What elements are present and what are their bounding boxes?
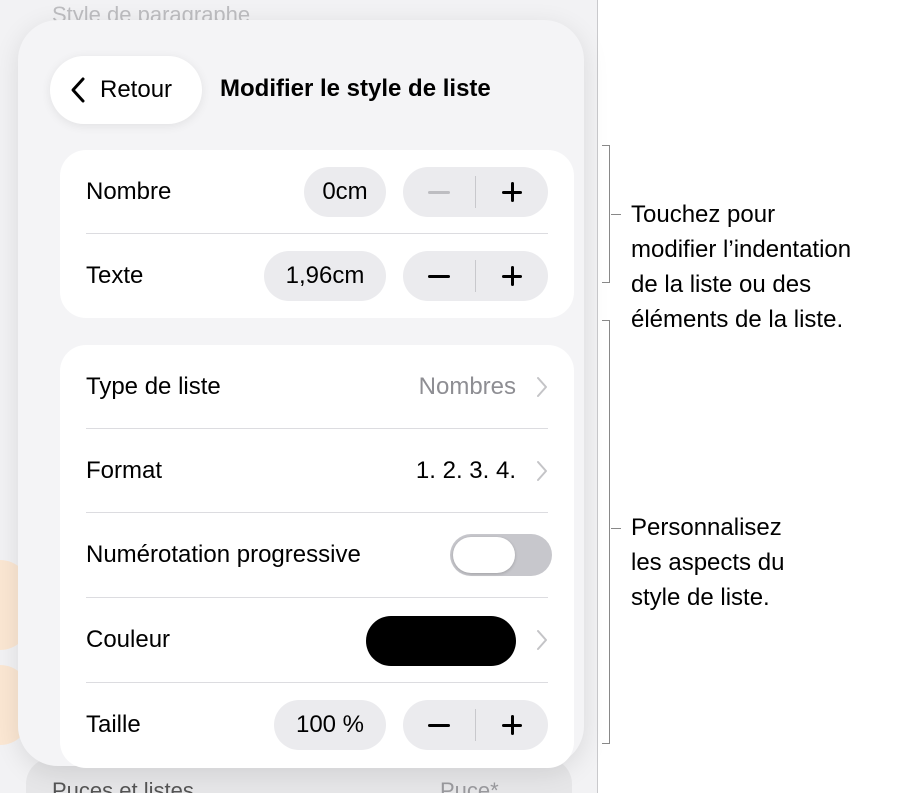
indentation-callout-tick (611, 214, 621, 215)
callout-line: éléments de la liste. (631, 306, 844, 333)
callout-line: Personnalisez (631, 514, 782, 541)
style-callout-text: Personnalisez les aspects du style de li… (631, 510, 784, 615)
callout-line: modifier l’indentation (631, 236, 852, 263)
chevron-left-icon (71, 77, 85, 103)
style-callout-bracket (602, 320, 610, 744)
list-style-card: Type de liste Nombres Format 1. 2. 3. 4.… (60, 345, 574, 768)
text-indent-label: Texte (86, 262, 144, 289)
size-label: Taille (86, 711, 141, 738)
callout-line: style de liste. (631, 584, 770, 611)
chevron-right-icon (537, 461, 547, 481)
progressive-numbering-row: Numérotation progressive (60, 513, 574, 597)
text-indent-increase-button[interactable] (476, 251, 548, 301)
size-decrease-button[interactable] (403, 700, 475, 750)
minus-icon (428, 274, 450, 278)
indentation-callout-bracket (602, 145, 610, 283)
text-indent-stepper (403, 251, 548, 301)
minus-icon (428, 190, 450, 194)
plus-icon (502, 266, 522, 286)
style-callout-tick (611, 528, 621, 529)
text-indent-value[interactable]: 1,96cm (264, 251, 386, 301)
back-button[interactable]: Retour (50, 56, 202, 124)
format-value: 1. 2. 3. 4. (415, 457, 516, 484)
number-indent-label: Nombre (86, 178, 172, 205)
list-style-popover: Retour Modifier le style de liste Nombre… (18, 20, 584, 768)
number-indent-increase-button[interactable] (476, 167, 548, 217)
list-type-row[interactable]: Type de liste Nombres (60, 345, 574, 429)
color-swatch[interactable] (366, 616, 516, 666)
indentation-card: Nombre 0cm Texte 1,96cm (60, 150, 574, 318)
chevron-right-icon (537, 630, 547, 650)
popover-title: Modifier le style de liste (220, 75, 491, 102)
size-row: Taille 100 % (60, 683, 574, 767)
number-indent-value[interactable]: 0cm (304, 167, 386, 217)
minus-icon (428, 723, 450, 727)
color-row[interactable]: Couleur (60, 598, 574, 682)
indentation-callout-text: Touchez pour modifier l’indentation de l… (631, 197, 851, 337)
background-list-row-label: Puces et listes (52, 778, 194, 793)
list-type-value: Nombres (418, 373, 516, 400)
progressive-numbering-label: Numérotation progressive (86, 541, 361, 568)
callout-line: Touchez pour (631, 201, 776, 228)
toggle-knob (453, 537, 515, 573)
chevron-right-icon (537, 377, 547, 397)
plus-icon (502, 715, 522, 735)
plus-icon (502, 182, 522, 202)
color-label: Couleur (86, 626, 171, 653)
background-list-row-value: Puce* (440, 778, 499, 793)
format-row[interactable]: Format 1. 2. 3. 4. (60, 429, 574, 513)
number-indent-stepper (403, 167, 548, 217)
size-increase-button[interactable] (476, 700, 548, 750)
number-indent-decrease-button[interactable] (403, 167, 475, 217)
format-label: Format (86, 457, 163, 484)
callout-line: de la liste ou des (631, 271, 812, 298)
number-indent-row: Nombre 0cm (60, 150, 574, 234)
text-indent-row: Texte 1,96cm (60, 234, 574, 318)
back-button-label: Retour (100, 76, 173, 103)
progressive-numbering-toggle[interactable] (450, 534, 552, 576)
text-indent-decrease-button[interactable] (403, 251, 475, 301)
size-stepper (403, 700, 548, 750)
size-value[interactable]: 100 % (274, 700, 386, 750)
callout-line: les aspects du (631, 549, 785, 576)
list-type-label: Type de liste (86, 373, 221, 400)
